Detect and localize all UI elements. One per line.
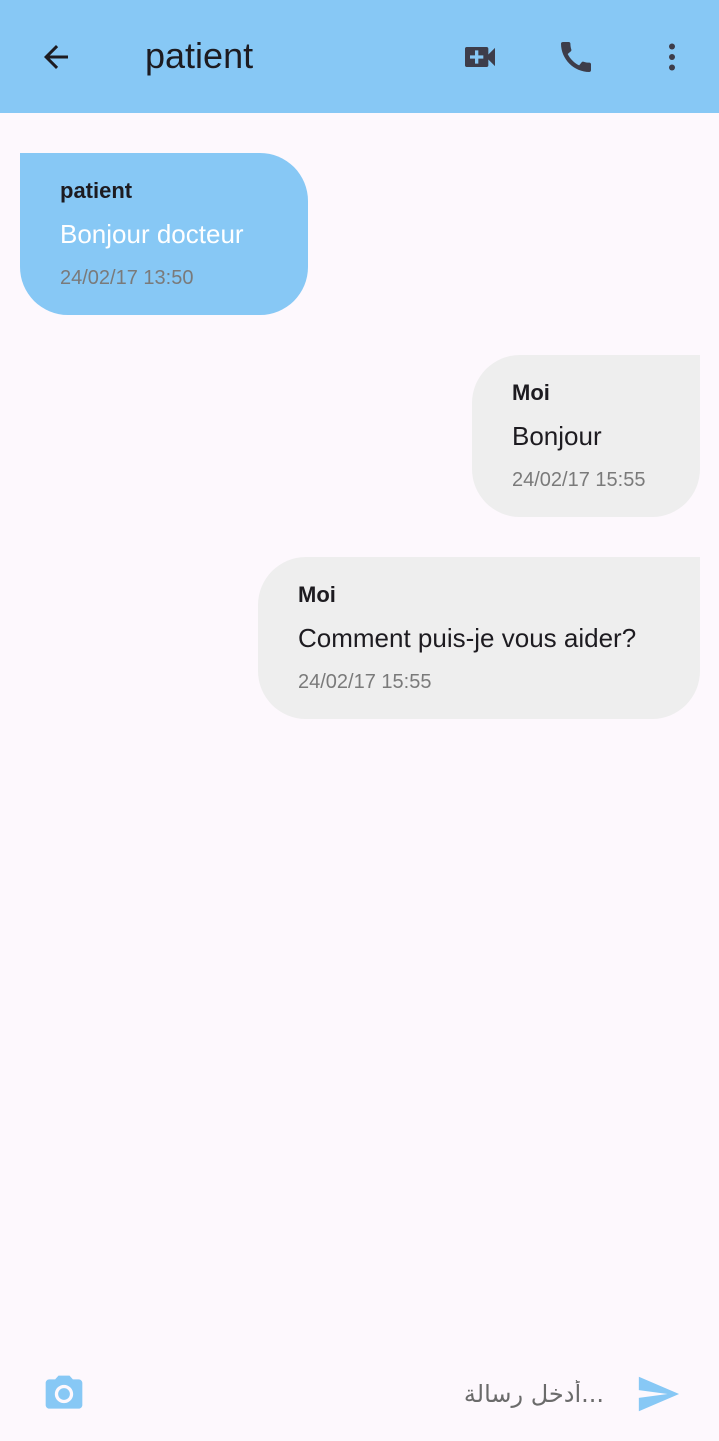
message-timestamp: 24/02/17 15:55 — [298, 671, 432, 693]
page-title: patient — [145, 35, 254, 76]
message-composer — [0, 1350, 719, 1441]
message-text: Bonjour — [512, 421, 602, 451]
more-vert-icon — [669, 43, 675, 71]
send-button[interactable] — [630, 1368, 686, 1420]
message-text: Comment puis-je vous aider? — [298, 623, 637, 653]
message-bubble-incoming[interactable]: patient Bonjour docteur 24/02/17 13:50 — [20, 153, 308, 315]
phone-icon — [561, 42, 591, 72]
more-options-button[interactable] — [644, 29, 700, 85]
video-call-icon — [465, 47, 495, 67]
camera-button[interactable] — [38, 1368, 90, 1420]
chat-screen: patient patient Bonjour docteur 24/02/17… — [0, 0, 719, 1441]
message-text: Bonjour docteur — [60, 219, 244, 249]
message-sender: Moi — [298, 582, 336, 607]
video-call-button[interactable] — [452, 29, 508, 85]
app-bar: patient — [0, 0, 719, 113]
phone-call-button[interactable] — [548, 29, 604, 85]
back-button[interactable] — [28, 29, 84, 85]
message-timestamp: 24/02/17 15:55 — [512, 469, 646, 491]
arrow-back-icon — [44, 45, 68, 69]
message-sender: patient — [60, 178, 133, 203]
send-icon — [638, 1376, 680, 1412]
message-bubble-outgoing[interactable]: Moi Bonjour 24/02/17 15:55 — [472, 355, 700, 517]
message-input[interactable] — [124, 1370, 604, 1418]
message-bubble-outgoing[interactable]: Moi Comment puis-je vous aider? 24/02/17… — [258, 557, 700, 719]
message-timestamp: 24/02/17 13:50 — [60, 267, 194, 289]
message-sender: Moi — [512, 380, 550, 405]
camera-icon — [45, 1375, 83, 1409]
